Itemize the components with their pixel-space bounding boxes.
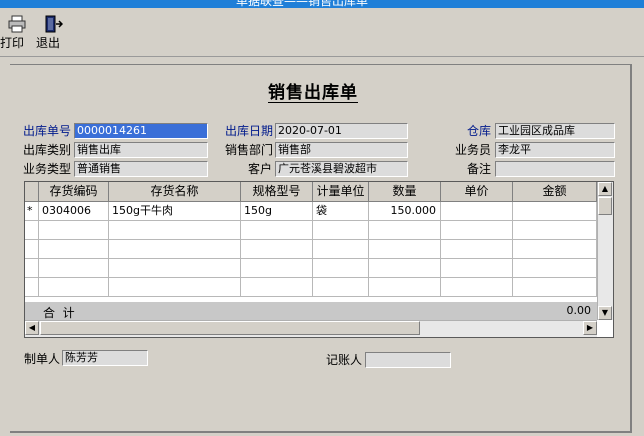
scroll-left-icon[interactable]: ◀ [25, 321, 39, 335]
warehouse-field[interactable]: 工业园区成品库 [495, 123, 615, 139]
remark-field[interactable] [495, 161, 615, 177]
grid-header: 存货编码 存货名称 规格型号 计量单位 数量 单价 金额 [25, 182, 597, 202]
total-row: 合 计 0.00 [25, 302, 597, 320]
col-header[interactable]: 存货编码 [39, 182, 109, 201]
toolbar: 打印 退出 [0, 10, 644, 57]
doc-no-field[interactable]: 0000014261 [74, 123, 208, 139]
cell-spec[interactable]: 150g [241, 202, 313, 220]
print-label: 打印 [0, 36, 25, 50]
col-header[interactable]: 规格型号 [241, 182, 313, 201]
table-row[interactable] [25, 259, 597, 278]
customer-label: 客户 [248, 162, 273, 176]
vertical-scroll-thumb[interactable] [598, 197, 612, 215]
col-header[interactable]: 金额 [513, 182, 597, 201]
table-row[interactable] [25, 221, 597, 240]
doc-no-label: 出库单号 [23, 124, 72, 138]
date-field[interactable]: 2020-07-01 [275, 123, 408, 139]
scroll-right-icon[interactable]: ▶ [583, 321, 597, 335]
col-header[interactable]: 数量 [369, 182, 441, 201]
detail-grid: 存货编码 存货名称 规格型号 计量单位 数量 单价 金额 * 0304006 1… [24, 181, 614, 338]
maker-field[interactable]: 陈芳芳 [62, 350, 148, 366]
salesman-label: 业务员 [455, 143, 492, 157]
horizontal-scrollbar[interactable]: ◀ ▶ [25, 320, 597, 337]
warehouse-label: 仓库 [467, 124, 492, 138]
table-row[interactable] [25, 240, 597, 259]
salesman-field[interactable]: 李龙平 [495, 142, 615, 158]
cell-unit[interactable]: 袋 [313, 202, 369, 220]
window-title: 单据联查——销售出库单 [236, 0, 369, 8]
remark-label: 备注 [467, 162, 492, 176]
exit-label: 退出 [36, 36, 61, 50]
vertical-scrollbar[interactable]: ▲ ▼ [597, 182, 613, 320]
out-type-field[interactable]: 销售出库 [74, 142, 208, 158]
scroll-up-icon[interactable]: ▲ [598, 182, 612, 196]
bookkeeper-field[interactable] [365, 352, 451, 368]
bookkeeper-label: 记账人 [326, 353, 363, 367]
cell-name[interactable]: 150g干牛肉 [109, 202, 241, 220]
row-marker: * [25, 202, 39, 220]
scroll-down-icon[interactable]: ▼ [598, 306, 612, 320]
row-marker-header [25, 182, 39, 201]
customer-field[interactable]: 广元苍溪县碧波超市 [275, 161, 408, 177]
col-header[interactable]: 存货名称 [109, 182, 241, 201]
horizontal-scroll-thumb[interactable] [40, 321, 420, 335]
col-header[interactable]: 单价 [441, 182, 513, 201]
title-bar: 单据联查——销售出库单 [0, 0, 644, 8]
date-label: 出库日期 [225, 124, 274, 138]
cell-qty[interactable]: 150.000 [369, 202, 441, 220]
biz-type-field[interactable]: 普通销售 [74, 161, 208, 177]
cell-code[interactable]: 0304006 [39, 202, 109, 220]
printer-icon [8, 15, 26, 33]
form-title: 销售出库单 [268, 83, 358, 103]
total-amount: 0.00 [566, 304, 592, 317]
col-header[interactable]: 计量单位 [313, 182, 369, 201]
maker-label: 制单人 [24, 352, 61, 366]
table-row[interactable] [25, 278, 597, 297]
exit-door-icon [45, 15, 63, 33]
table-row[interactable]: * 0304006 150g干牛肉 150g 袋 150.000 [25, 202, 597, 221]
cell-price[interactable] [441, 202, 513, 220]
cell-amount[interactable] [513, 202, 597, 220]
print-button[interactable]: 打印 [0, 13, 34, 55]
total-label: 合 计 [43, 306, 75, 320]
exit-button[interactable]: 退出 [36, 13, 70, 55]
out-type-label: 出库类别 [23, 143, 72, 157]
biz-type-label: 业务类型 [23, 162, 72, 176]
window-edge [632, 64, 644, 436]
dept-field[interactable]: 销售部 [275, 142, 408, 158]
dept-label: 销售部门 [225, 143, 274, 157]
